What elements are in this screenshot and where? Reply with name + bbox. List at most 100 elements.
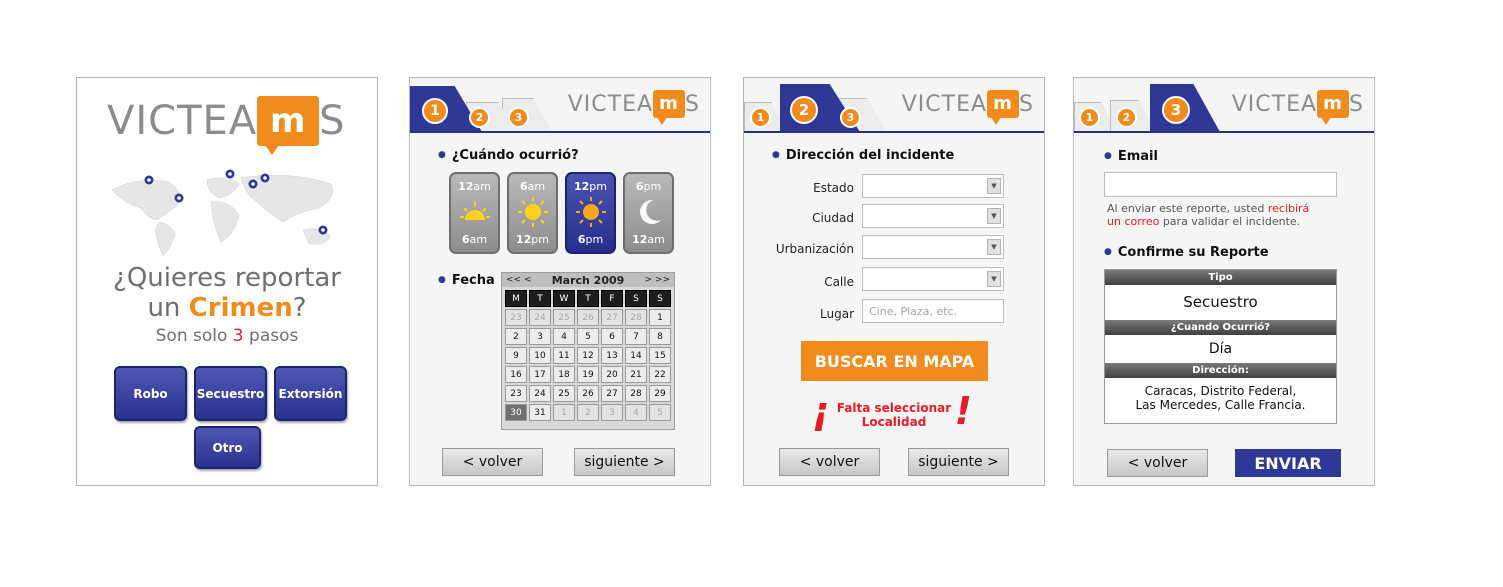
headline-post: ? <box>292 293 307 323</box>
estado-label: Estado <box>813 181 854 195</box>
email-field[interactable] <box>1104 172 1337 197</box>
calendar-day[interactable]: 6 <box>601 328 623 345</box>
next-button[interactable]: siguiente > <box>574 448 675 476</box>
time-from: 12am <box>458 180 491 193</box>
calendar-next-button[interactable]: > >> <box>645 275 670 285</box>
calendar-day[interactable]: 11 <box>553 347 575 364</box>
back-button[interactable]: < volver <box>442 448 543 476</box>
calendar-day[interactable]: 3 <box>601 404 623 421</box>
calendar-weekday: F <box>601 290 623 307</box>
step1-panel: 1 2 3 VICTEAmS ¿Cuándo ocurrió? 12am 6am… <box>409 77 711 486</box>
steps-pre: Son solo <box>155 326 233 346</box>
logo-mark: m <box>257 96 320 155</box>
address-heading: Dirección: <box>1105 363 1336 378</box>
victeams-logo: VICTEA m S <box>107 96 346 155</box>
robo-button[interactable]: Robo <box>114 366 187 421</box>
calendar-day[interactable]: 4 <box>553 328 575 345</box>
calendar-prev-button[interactable]: << < <box>506 275 531 285</box>
calendar-day[interactable]: 15 <box>649 347 671 364</box>
calendar-day[interactable]: 5 <box>649 404 671 421</box>
when-value: Día <box>1208 341 1233 357</box>
next-button[interactable]: siguiente > <box>908 448 1009 476</box>
calendar-day[interactable]: 26 <box>577 309 599 326</box>
calendar-day[interactable]: 28 <box>625 309 647 326</box>
logo-text-right: S <box>319 98 346 144</box>
note-pre: Al enviar este reporte, usted <box>1107 202 1268 215</box>
time-card-morning-noon[interactable]: 6am 12pm <box>507 172 558 254</box>
secuestro-button[interactable]: Secuestro <box>194 366 267 421</box>
chevron-down-icon: ▼ <box>987 178 1001 194</box>
note-red-1: recibirá <box>1267 202 1310 215</box>
calendar-weekday: T <box>577 290 599 307</box>
calendar-day[interactable]: 8 <box>649 328 671 345</box>
calendar-day[interactable]: 28 <box>625 385 647 402</box>
calendar-day[interactable]: 22 <box>649 366 671 383</box>
address-title: Dirección del incidente <box>772 148 954 163</box>
step2-panel: 1 2 3 VICTEAmS Dirección del incidente E… <box>743 77 1045 486</box>
calendar-day[interactable]: 21 <box>625 366 647 383</box>
calendar-day[interactable]: 4 <box>625 404 647 421</box>
calendar-day[interactable]: 25 <box>553 385 575 402</box>
address-line-1: Caracas, Distrito Federal, <box>1144 384 1297 398</box>
calendar-day-selected[interactable]: 30 <box>505 404 527 421</box>
calendar-day[interactable]: 19 <box>577 366 599 383</box>
calendar-day[interactable]: 27 <box>601 385 623 402</box>
calendar-day[interactable]: 2 <box>577 404 599 421</box>
back-button[interactable]: < volver <box>779 448 880 476</box>
headline-accent: Crimen <box>188 293 293 323</box>
calendar-day[interactable]: 10 <box>529 347 551 364</box>
calendar-day[interactable]: 25 <box>553 309 575 326</box>
calendar-day[interactable]: 12 <box>577 347 599 364</box>
time-card-evening[interactable]: 6pm 12am <box>623 172 674 254</box>
calendar-day[interactable]: 31 <box>529 404 551 421</box>
send-button[interactable]: ENVIAR <box>1235 449 1341 477</box>
calendar-day[interactable]: 29 <box>649 385 671 402</box>
estado-select[interactable]: ▼ <box>862 174 1004 198</box>
calendar-day[interactable]: 24 <box>529 309 551 326</box>
calendar-day[interactable]: 23 <box>505 385 527 402</box>
calendar-day[interactable]: 23 <box>505 309 527 326</box>
time-card-night-morning[interactable]: 12am 6am <box>449 172 500 254</box>
calendar-day[interactable]: 3 <box>529 328 551 345</box>
steps-post: pasos <box>243 326 299 346</box>
moon-icon <box>640 199 661 224</box>
logo-mark: m <box>987 90 1020 125</box>
calendar-day[interactable]: 7 <box>625 328 647 345</box>
calendar-day[interactable]: 17 <box>529 366 551 383</box>
calendar-day[interactable]: 18 <box>553 366 575 383</box>
calendar-day[interactable]: 14 <box>625 347 647 364</box>
when-heading: ¿Cuando Ocurrió? <box>1105 320 1336 335</box>
tab-number-2: 2 <box>1116 107 1137 128</box>
lugar-input[interactable]: Cine, Plaza, etc. <box>862 299 1004 323</box>
calle-select[interactable]: ▼ <box>862 267 1004 291</box>
sun-icon <box>518 197 548 227</box>
urbanizacion-select[interactable]: ▼ <box>862 235 1004 259</box>
logo-text-right: S <box>1019 91 1034 117</box>
time-to: 6pm <box>577 233 604 246</box>
calendar-day[interactable]: 5 <box>577 328 599 345</box>
calendar-day[interactable]: 1 <box>553 404 575 421</box>
calendar-day[interactable]: 2 <box>505 328 527 345</box>
calendar-day[interactable]: 16 <box>505 366 527 383</box>
calendar-day[interactable]: 27 <box>601 309 623 326</box>
headline-question: ¿Quieres reportar <box>113 263 341 293</box>
welcome-panel: VICTEA m S ¿Quieres reportar un Crimen? So… <box>76 77 378 486</box>
time-from: 12pm <box>573 180 607 193</box>
back-button[interactable]: < volver <box>1107 449 1208 477</box>
tab-number-1: 1 <box>422 98 448 124</box>
otro-button[interactable]: Otro <box>194 426 261 469</box>
world-map-icon <box>111 169 333 257</box>
calendar-day[interactable]: 24 <box>529 385 551 402</box>
search-map-button[interactable]: BUSCAR EN MAPA <box>801 341 988 381</box>
calendar-grid: M T W T F S S 23 24 25 26 27 28 1 2 3 4 5 6 7 8 9 10 11 12 13 14 15… <box>502 287 674 424</box>
extorsion-button[interactable]: Extorsión <box>274 366 347 421</box>
calendar-day[interactable]: 20 <box>601 366 623 383</box>
calendar-day[interactable]: 1 <box>649 309 671 326</box>
ciudad-select[interactable]: ▼ <box>862 204 1004 228</box>
calendar-day[interactable]: 9 <box>505 347 527 364</box>
time-card-afternoon[interactable]: 12pm 6pm <box>565 172 616 254</box>
when-title: ¿Cuándo ocurrió? <box>438 148 579 163</box>
tab-divider <box>1074 131 1374 133</box>
calendar-day[interactable]: 26 <box>577 385 599 402</box>
calendar-day[interactable]: 13 <box>601 347 623 364</box>
